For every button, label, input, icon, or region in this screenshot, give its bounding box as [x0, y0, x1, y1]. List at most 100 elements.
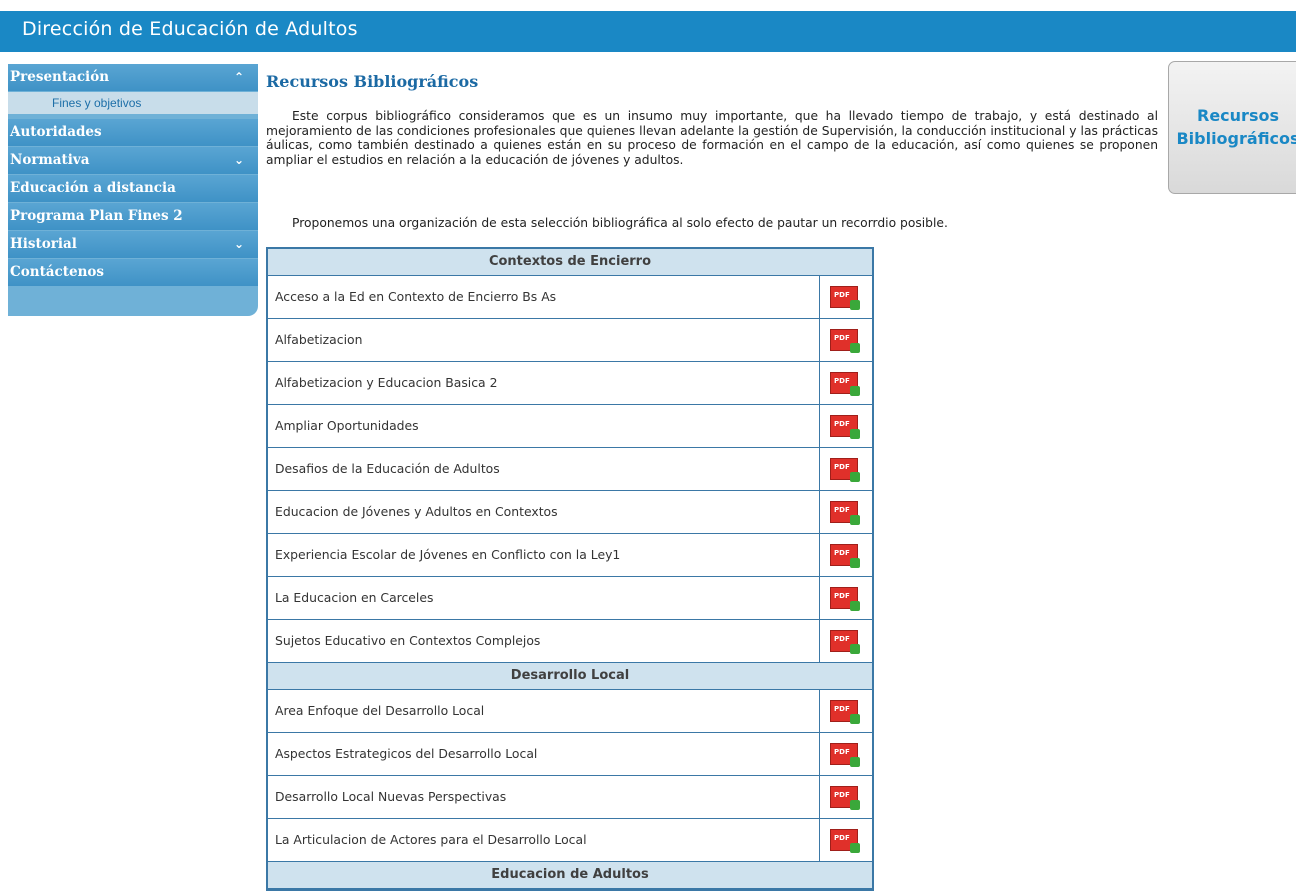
- sidebar-item-label: Historial: [10, 236, 77, 252]
- resources-table: Contextos de Encierro Acceso a la Ed en C…: [266, 247, 874, 891]
- pdf-download-icon[interactable]: PDF: [830, 415, 860, 439]
- pdf-cell: PDF: [819, 491, 872, 533]
- pdf-cell: PDF: [819, 319, 872, 361]
- table-section-header: Contextos de Encierro: [268, 249, 872, 276]
- pdf-icon-text: PDF: [834, 705, 850, 713]
- download-arrow-icon: [850, 558, 860, 568]
- pdf-cell: PDF: [819, 577, 872, 619]
- sidebar-item-contactenos[interactable]: Contáctenos: [8, 259, 258, 286]
- download-arrow-icon: [850, 757, 860, 767]
- table-row: Sujetos Educativo en Contextos Complejos…: [268, 620, 872, 663]
- pdf-icon-text: PDF: [834, 377, 850, 385]
- resource-title: Acceso a la Ed en Contexto de Encierro B…: [275, 289, 557, 304]
- resource-title: Area Enfoque del Desarrollo Local: [275, 703, 485, 718]
- pdf-download-icon[interactable]: PDF: [830, 544, 860, 568]
- resource-title: Ampliar Oportunidades: [275, 418, 419, 433]
- download-arrow-icon: [850, 429, 860, 439]
- table-row: Desafios de la Educación de Adultos PDF: [268, 448, 872, 491]
- sidebar-item-plan-fines-2[interactable]: Programa Plan Fines 2: [8, 203, 258, 230]
- resource-title: Sujetos Educativo en Contextos Complejos: [275, 633, 541, 648]
- sidebar-item-normativa[interactable]: Normativa ⌄: [8, 147, 258, 174]
- pdf-icon-text: PDF: [834, 291, 850, 299]
- table-section-header: Educacion de Adultos: [268, 862, 872, 889]
- pdf-download-icon[interactable]: PDF: [830, 501, 860, 525]
- sidebar-item-label: Autoridades: [10, 124, 102, 140]
- pdf-download-icon[interactable]: PDF: [830, 743, 860, 767]
- resource-title: Alfabetizacion: [275, 332, 363, 347]
- resource-title: La Articulacion de Actores para el Desar…: [275, 832, 587, 847]
- pdf-download-icon[interactable]: PDF: [830, 786, 860, 810]
- download-arrow-icon: [850, 300, 860, 310]
- sidebar-item-autoridades[interactable]: Autoridades: [8, 119, 258, 146]
- resource-title: Aspectos Estrategicos del Desarrollo Loc…: [275, 746, 538, 761]
- sidebar-menu: Presentación ⌃ Fines y objetivos Autorid…: [8, 64, 258, 316]
- pdf-icon-text: PDF: [834, 463, 850, 471]
- pdf-cell: PDF: [819, 819, 872, 861]
- download-arrow-icon: [850, 515, 860, 525]
- sidebar-item-label: Educación a distancia: [10, 180, 176, 196]
- pdf-icon-text: PDF: [834, 506, 850, 514]
- side-button-line1: Recursos: [1197, 106, 1279, 125]
- table-section-header: Desarrollo Local: [268, 663, 872, 690]
- pdf-download-icon[interactable]: PDF: [830, 630, 860, 654]
- table-row: Acceso a la Ed en Contexto de Encierro B…: [268, 276, 872, 319]
- pdf-icon-text: PDF: [834, 635, 850, 643]
- chevron-down-icon: ⌄: [233, 237, 244, 251]
- download-arrow-icon: [850, 472, 860, 482]
- download-arrow-icon: [850, 343, 860, 353]
- table-row: La Articulacion de Actores para el Desar…: [268, 819, 872, 862]
- download-arrow-icon: [850, 386, 860, 396]
- pdf-icon-text: PDF: [834, 748, 850, 756]
- pdf-download-icon[interactable]: PDF: [830, 458, 860, 482]
- pdf-cell: PDF: [819, 733, 872, 775]
- pdf-icon-text: PDF: [834, 334, 850, 342]
- pdf-icon-text: PDF: [834, 420, 850, 428]
- page-title: Recursos Bibliográficos: [266, 72, 479, 91]
- organization-paragraph: Proponemos una organización de esta sele…: [292, 216, 948, 230]
- table-row: Alfabetizacion y Educacion Basica 2 PDF: [268, 362, 872, 405]
- pdf-cell: PDF: [819, 405, 872, 447]
- resource-title: Alfabetizacion y Educacion Basica 2: [275, 375, 498, 390]
- resource-title: Experiencia Escolar de Jóvenes en Confli…: [275, 547, 621, 562]
- sidebar-item-label: Contáctenos: [10, 264, 105, 280]
- pdf-download-icon[interactable]: PDF: [830, 286, 860, 310]
- sidebar-subitem-fines-y-objetivos[interactable]: Fines y objetivos: [8, 92, 258, 114]
- pdf-cell: PDF: [819, 776, 872, 818]
- download-arrow-icon: [850, 800, 860, 810]
- pdf-icon-text: PDF: [834, 592, 850, 600]
- chevron-down-icon: ⌄: [233, 153, 244, 167]
- sidebar-item-presentacion[interactable]: Presentación ⌃: [8, 64, 258, 91]
- sidebar-item-label: Presentación: [10, 69, 110, 85]
- pdf-download-icon[interactable]: PDF: [830, 372, 860, 396]
- chevron-up-icon: ⌃: [233, 70, 244, 84]
- pdf-cell: PDF: [819, 362, 872, 404]
- site-title: Dirección de Educación de Adultos: [22, 18, 358, 40]
- table-row: Educacion de Jóvenes y Adultos en Contex…: [268, 491, 872, 534]
- download-arrow-icon: [850, 714, 860, 724]
- resource-title: Desafios de la Educación de Adultos: [275, 461, 500, 476]
- recursos-bibliograficos-button[interactable]: Recursos Bibliográficos: [1168, 61, 1296, 194]
- pdf-icon-text: PDF: [834, 834, 850, 842]
- pdf-download-icon[interactable]: PDF: [830, 329, 860, 353]
- pdf-download-icon[interactable]: PDF: [830, 829, 860, 853]
- table-row: Ampliar Oportunidades PDF: [268, 405, 872, 448]
- pdf-download-icon[interactable]: PDF: [830, 587, 860, 611]
- table-row: Experiencia Escolar de Jóvenes en Confli…: [268, 534, 872, 577]
- sidebar-item-label: Programa Plan Fines 2: [10, 208, 183, 224]
- pdf-icon-text: PDF: [834, 791, 850, 799]
- sidebar-item-educacion-a-distancia[interactable]: Educación a distancia: [8, 175, 258, 202]
- pdf-cell: PDF: [819, 276, 872, 318]
- table-row: La Educacion en Carceles PDF: [268, 577, 872, 620]
- download-arrow-icon: [850, 644, 860, 654]
- download-arrow-icon: [850, 843, 860, 853]
- intro-paragraph: Este corpus bibliográfico consideramos q…: [266, 109, 1158, 167]
- pdf-cell: PDF: [819, 448, 872, 490]
- resource-title: Educacion de Jóvenes y Adultos en Contex…: [275, 504, 558, 519]
- table-row: Aspectos Estrategicos del Desarrollo Loc…: [268, 733, 872, 776]
- pdf-cell: PDF: [819, 690, 872, 732]
- pdf-cell: PDF: [819, 620, 872, 662]
- resource-title: La Educacion en Carceles: [275, 590, 434, 605]
- table-row: Area Enfoque del Desarrollo Local PDF: [268, 690, 872, 733]
- sidebar-item-historial[interactable]: Historial ⌄: [8, 231, 258, 258]
- pdf-download-icon[interactable]: PDF: [830, 700, 860, 724]
